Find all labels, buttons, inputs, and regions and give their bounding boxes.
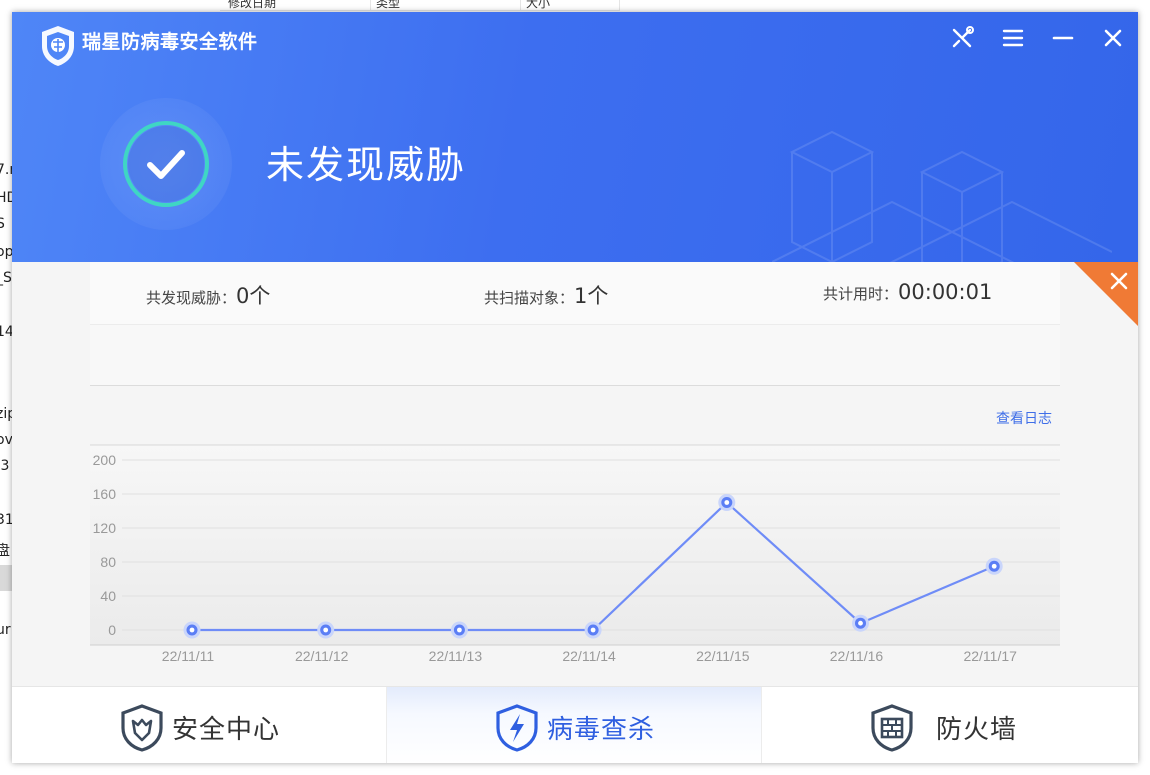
chart-y-tick-label: 120 (93, 520, 117, 536)
tools-icon (952, 26, 974, 48)
chart-point-center (323, 627, 329, 633)
scan-result-panel: 共发现威胁：0个 共扫描对象：1个 共计用时：00:00:01 查看日志 0 40… (90, 262, 1060, 686)
background-fragment: ur (0, 622, 11, 638)
scan-stats-bar: 共发现威胁：0个 共扫描对象：1个 共计用时：00:00:01 (90, 262, 1060, 325)
threats-found-value: 0个 (236, 284, 271, 308)
chart-point-center (724, 500, 730, 505)
check-circle-icon (123, 121, 209, 207)
view-log-link[interactable]: 查看日志 (996, 408, 1052, 428)
background-fragment: zip (0, 406, 12, 422)
chart-x-tick-label: 22/11/12 (295, 648, 349, 664)
window-header: 瑞星防病毒安全软件 未发现威胁 (12, 12, 1138, 262)
background-fragment: op (0, 244, 12, 260)
tab-security-center-label: 安全中心 (172, 715, 281, 745)
dismiss-corner-button[interactable] (1074, 262, 1138, 326)
tools-button[interactable] (949, 24, 977, 52)
shield-firewall-icon (871, 704, 913, 752)
chart-x-tick-label: 22/11/14 (562, 648, 616, 664)
background-fragment: .3 (0, 458, 10, 474)
column-header-modified: 修改日期 (228, 0, 277, 10)
shield-lightning-icon (496, 704, 538, 752)
minimize-button[interactable] (1049, 24, 1077, 52)
background-fragment: 盘 (0, 543, 10, 559)
background-fragment: ov (0, 432, 12, 448)
time-used-label: 共计用时： (823, 285, 899, 303)
objects-scanned-stat: 共扫描对象：1个 (484, 280, 608, 310)
tab-virus-scan[interactable]: 病毒查杀 (387, 687, 762, 763)
tab-firewall-label: 防火墙 (936, 715, 1018, 745)
time-used-stat: 共计用时：00:00:01 (823, 280, 992, 304)
chart-y-tick-label: 80 (100, 554, 116, 570)
menu-button[interactable] (999, 24, 1027, 52)
chart-y-tick-label: 0 (108, 622, 116, 638)
chart-point-center (189, 627, 195, 633)
chart-point-center (991, 563, 997, 569)
background-fragment: HD (0, 190, 12, 206)
antivirus-window: 瑞星防病毒安全软件 未发现威胁 共发现威胁：0个 共扫描对象：1个 共计用时：0… (12, 12, 1138, 763)
background-fragment: 14 (0, 324, 12, 340)
threats-found-stat: 共发现威胁：0个 (146, 280, 270, 310)
column-header-type: 类型 (376, 0, 401, 10)
bottom-tab-bar: 安全中心 病毒查杀 防火墙 (12, 686, 1138, 763)
objects-scanned-label: 共扫描对象： (484, 289, 575, 307)
chart-x-tick-label: 22/11/17 (963, 648, 1017, 664)
menu-icon (1002, 29, 1024, 47)
tab-firewall[interactable]: 防火墙 (762, 687, 1138, 763)
chart-point-center (590, 627, 596, 633)
chart-x-tick-label: 22/11/16 (830, 648, 884, 664)
chart-x-tick-label: 22/11/15 (696, 648, 750, 664)
chart-y-tick-label: 160 (93, 486, 117, 502)
threat-trend-chart: 0 40 80 120 160 200 22/11/11 22/11/12 22/11/13 2… (90, 444, 1060, 664)
rising-lion-logo-icon (42, 26, 74, 66)
background-fragment: 31 (0, 512, 12, 528)
background-fragment: S (0, 216, 5, 232)
tab-security-center[interactable]: 安全中心 (12, 687, 387, 763)
chart-x-tick-label: 22/11/11 (162, 648, 215, 664)
chart-x-tick-label: 22/11/13 (429, 648, 483, 664)
chart-plot-area (90, 445, 1060, 645)
app-title: 瑞星防病毒安全软件 (82, 31, 258, 53)
chart-point-center (858, 620, 863, 626)
threats-found-label: 共发现威胁： (146, 289, 237, 307)
results-area (90, 325, 1060, 386)
minimize-icon (1052, 36, 1074, 40)
background-fragment: _S (0, 270, 12, 286)
background-file-list: 7.r HD S op _S 14 zip ov .3 31 盘 ur (0, 160, 12, 640)
title-bar[interactable]: 瑞星防病毒安全软件 (12, 12, 1138, 68)
close-icon (1104, 29, 1122, 47)
shield-lion-icon (121, 704, 163, 752)
chart-y-tick-label: 200 (93, 452, 117, 468)
objects-scanned-value: 1个 (574, 284, 609, 308)
scan-status-title: 未发现威胁 (266, 143, 467, 187)
tab-virus-scan-label: 病毒查杀 (547, 715, 656, 745)
background-fragment: 7.r (0, 162, 12, 178)
close-button[interactable] (1099, 24, 1127, 52)
column-header-size: 大小 (526, 0, 551, 10)
server-decoration-icon (772, 130, 1112, 262)
chart-point-center (457, 627, 462, 633)
background-column-headers: 修改日期 类型 大小 (220, 0, 620, 11)
chart-y-tick-label: 40 (100, 588, 116, 604)
time-used-value: 00:00:01 (898, 280, 993, 304)
